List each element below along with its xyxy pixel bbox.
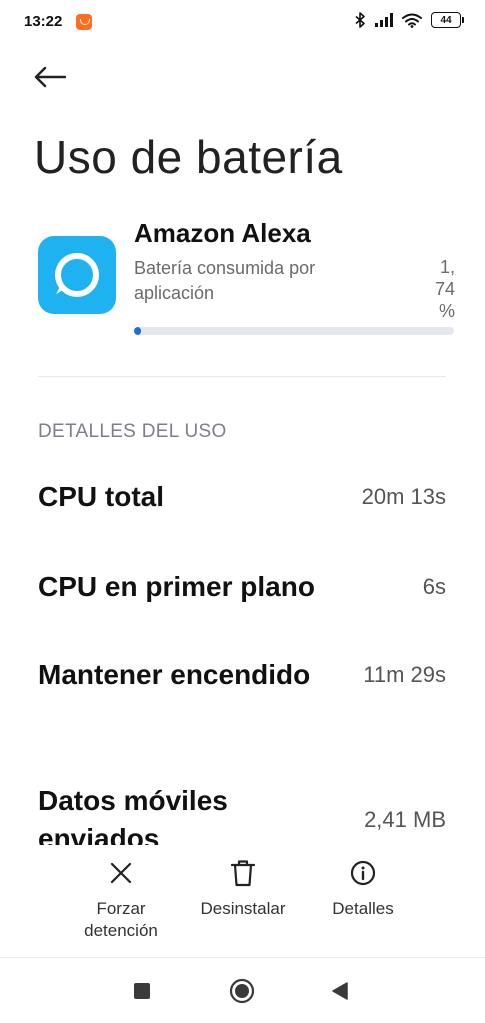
orange-app-icon xyxy=(76,14,92,30)
detail-value: 2,41 MB xyxy=(364,807,446,832)
arrow-left-icon xyxy=(34,66,66,88)
uninstall-label: Desinstalar xyxy=(200,899,286,918)
signal-icon xyxy=(375,13,393,27)
usage-value-line2: 74 xyxy=(434,279,455,299)
detail-row-keep-awake: Mantener encendido 11m 29s xyxy=(38,656,446,694)
uninstall-button[interactable]: Desinstalar xyxy=(190,858,296,920)
usage-progress-bar xyxy=(134,327,454,335)
details-button[interactable]: Detalles xyxy=(320,858,406,920)
detail-row-cpu-total: CPU total 20m 13s xyxy=(38,478,446,516)
detail-label: Datos móviles enviados xyxy=(38,785,228,845)
detail-list[interactable]: CPU total 20m 13s CPU en primer plano 6s… xyxy=(38,460,446,845)
info-icon xyxy=(348,858,378,888)
recents-button[interactable] xyxy=(127,976,157,1006)
close-icon xyxy=(106,858,136,888)
usage-label: Batería consumida por aplicación xyxy=(134,258,316,303)
usage-value-line3: % xyxy=(438,301,455,321)
detail-label: Mantener encendido xyxy=(38,659,311,690)
alexa-app-icon xyxy=(38,236,116,314)
detail-value: 11m 29s xyxy=(363,662,446,687)
bluetooth-icon xyxy=(355,12,365,28)
divider xyxy=(38,376,446,377)
detail-label: CPU en primer plano xyxy=(38,571,315,602)
status-bar: 13:22 44 xyxy=(0,0,485,44)
force-stop-label-line2: detención xyxy=(84,921,158,940)
recents-square-icon xyxy=(134,983,150,999)
app-name: Amazon Alexa xyxy=(134,218,311,248)
usage-value-line1: 1, xyxy=(439,257,455,277)
usage-progress-fill xyxy=(134,327,142,335)
section-title: DETALLES DEL USO xyxy=(38,421,227,442)
force-stop-button[interactable]: Forzar detención xyxy=(72,858,170,942)
detail-value: 20m 13s xyxy=(361,484,446,509)
battery-icon: 44 xyxy=(431,12,464,28)
battery-level: 44 xyxy=(440,14,452,26)
usage-value: 1, 74 % xyxy=(415,256,455,322)
back-nav-button[interactable] xyxy=(325,976,355,1006)
back-button[interactable] xyxy=(34,60,74,94)
home-button[interactable] xyxy=(227,976,257,1006)
status-time: 13:22 xyxy=(24,13,63,30)
details-label: Detalles xyxy=(332,899,394,918)
trash-icon xyxy=(228,858,258,888)
home-circle-icon xyxy=(229,978,255,1004)
back-triangle-icon xyxy=(332,982,348,1000)
navigation-bar xyxy=(0,957,485,1023)
detail-label: CPU total xyxy=(38,481,164,512)
detail-row-mobile-data-sent: Datos móviles enviados 2,41 MB xyxy=(38,782,446,845)
action-bar: Forzar detención Desinstalar Detalles xyxy=(0,848,485,956)
page-title: Uso de batería xyxy=(34,131,343,183)
force-stop-label-line1: Forzar xyxy=(96,899,146,918)
detail-value: 6s xyxy=(422,574,446,599)
status-icons: 44 xyxy=(354,12,464,28)
detail-row-cpu-foreground: CPU en primer plano 6s xyxy=(38,568,446,606)
wifi-icon xyxy=(402,13,422,28)
